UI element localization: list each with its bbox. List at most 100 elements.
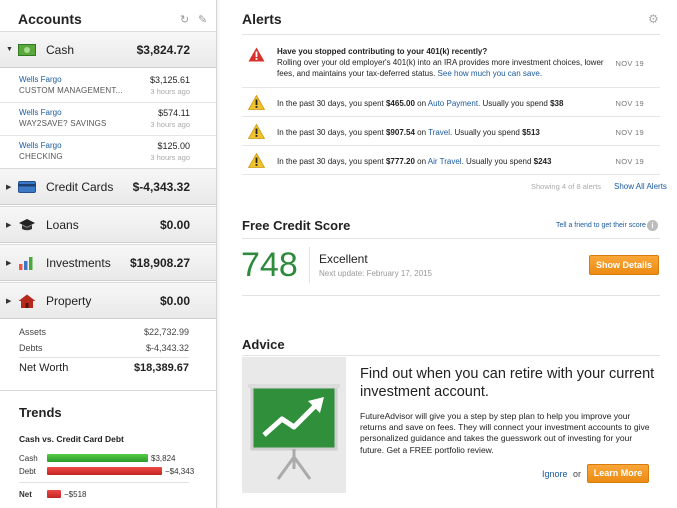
divider <box>19 482 189 483</box>
house-icon <box>18 294 36 308</box>
refresh-icon[interactable]: ↻ <box>180 13 189 26</box>
category-property[interactable]: ▶ Property $0.00 <box>0 282 216 319</box>
ignore-link[interactable]: Ignore <box>542 469 568 479</box>
divider <box>242 355 660 356</box>
alert-text: . Usually you spend <box>450 128 523 137</box>
alerts-count: Showing 4 of 8 alerts <box>531 182 602 191</box>
credit-score-title: Free Credit Score <box>242 218 351 233</box>
trends-title: Trends <box>19 405 62 420</box>
advice-title: Advice <box>242 337 285 352</box>
account-row[interactable]: Wells Fargo CHECKING $125.00 3 hours ago <box>0 136 216 169</box>
expand-right-icon: ▶ <box>6 298 12 305</box>
credit-next-update: Next update: February 17, 2015 <box>319 269 432 278</box>
accounts-sidebar: Accounts ↻ ✎ ▼ Cash $3,824.72 Wells Farg… <box>0 0 217 508</box>
trend-debt-bar <box>47 467 162 475</box>
alert-amount: $777.20 <box>385 157 415 166</box>
category-amount: $-4,343.32 <box>132 180 190 194</box>
account-amount: $574.11 <box>158 108 190 118</box>
category-investments[interactable]: ▶ Investments $18,908.27 <box>0 244 216 281</box>
account-updated: 3 hours ago <box>150 153 190 162</box>
alert-item[interactable]: In the past 30 days, you spent $465.00 o… <box>242 88 660 117</box>
account-name: Wells Fargo <box>19 75 62 84</box>
category-label: Property <box>46 294 92 308</box>
divider <box>242 34 660 35</box>
alerts-title: Alerts <box>242 11 282 27</box>
graduation-cap-icon <box>19 219 35 231</box>
show-details-button[interactable]: Show Details <box>589 255 659 275</box>
accounts-title: Accounts <box>18 11 82 27</box>
assets-value: $22,732.99 <box>143 327 189 337</box>
alert-amount: $907.54 <box>385 128 415 137</box>
expand-right-icon: ▶ <box>6 184 12 191</box>
divider <box>242 238 660 239</box>
advice-image <box>242 357 346 493</box>
account-name: Wells Fargo <box>19 141 62 150</box>
category-label: Credit Cards <box>46 180 114 194</box>
account-updated: 3 hours ago <box>150 120 190 129</box>
trends-subtitle: Cash vs. Credit Card Debt <box>19 434 124 444</box>
trend-net-bar <box>47 490 61 498</box>
category-label: Investments <box>46 256 111 270</box>
alert-text: . Usually you spend <box>478 99 551 108</box>
alert-link[interactable]: See how much you can save. <box>438 69 543 78</box>
warning-triangle-icon <box>248 95 265 110</box>
alert-item[interactable]: Have you stopped contributing to your 40… <box>242 36 660 88</box>
cash-icon <box>18 44 36 56</box>
category-amount: $0.00 <box>159 218 190 232</box>
trend-cash-label: Cash <box>19 454 38 463</box>
account-amount: $3,125.61 <box>149 75 190 85</box>
gear-icon[interactable]: ⚙ <box>648 12 659 26</box>
alert-text: on <box>414 157 428 166</box>
category-credit-cards[interactable]: ▶ Credit Cards $-4,343.32 <box>0 168 216 205</box>
divider <box>309 247 310 283</box>
alert-item[interactable]: In the past 30 days, you spent $907.54 o… <box>242 117 660 146</box>
warning-triangle-icon <box>248 124 265 139</box>
account-row[interactable]: Wells Fargo CUSTOM MANAGEMENT... $3,125.… <box>0 70 216 103</box>
alert-usual: $38 <box>550 99 564 108</box>
divider <box>0 390 216 391</box>
info-icon[interactable]: i <box>647 220 658 231</box>
alert-text: on <box>414 128 429 137</box>
trend-net-value: −$518 <box>64 490 87 499</box>
alert-usual: $513 <box>522 128 540 137</box>
account-updated: 3 hours ago <box>150 87 190 96</box>
show-all-alerts-link[interactable]: Show All Alerts <box>614 182 667 191</box>
advice-body: FutureAdvisor will give you a step by st… <box>360 411 650 455</box>
alert-text: In the past 30 days, you spent <box>277 157 386 166</box>
divider <box>19 357 189 358</box>
credit-score-value: 748 <box>241 246 298 284</box>
debts-row: Debts $-4,343.32 <box>19 343 189 353</box>
alert-text: . Usually you spend <box>461 157 534 166</box>
learn-more-button[interactable]: Learn More <box>587 464 649 483</box>
alert-text: on <box>414 99 428 108</box>
category-cash[interactable]: ▼ Cash $3,824.72 <box>0 31 216 68</box>
account-row[interactable]: Wells Fargo WAY2SAVE? SAVINGS $574.11 3 … <box>0 103 216 136</box>
alert-date: NOV 19 <box>615 128 644 137</box>
account-subname: WAY2SAVE? SAVINGS <box>19 119 107 128</box>
alert-text: In the past 30 days, you spent <box>277 128 386 137</box>
credit-rating: Excellent <box>319 252 368 266</box>
alert-item[interactable]: In the past 30 days, you spent $777.20 o… <box>242 146 660 175</box>
alert-title: Have you stopped contributing to your 40… <box>277 47 488 56</box>
category-loans[interactable]: ▶ Loans $0.00 <box>0 206 216 243</box>
tell-a-friend-link[interactable]: Tell a friend to get their score <box>556 222 646 229</box>
advice-headline: Find out when you can retire with your c… <box>360 366 655 400</box>
category-amount: $3,824.72 <box>136 43 190 57</box>
category-label: Cash <box>46 43 75 57</box>
alert-category-link[interactable]: Auto Payment <box>428 99 478 108</box>
account-amount: $125.00 <box>157 141 190 151</box>
edit-icon[interactable]: ✎ <box>198 13 207 26</box>
account-name: Wells Fargo <box>19 108 62 117</box>
alert-category-link[interactable]: Travel <box>428 128 450 137</box>
trend-net-label: Net <box>19 490 32 499</box>
warning-triangle-icon <box>248 153 265 168</box>
category-amount: $18,908.27 <box>129 256 190 270</box>
bar-chart-icon <box>19 257 33 270</box>
alert-category-link[interactable]: Air Travel <box>428 157 462 166</box>
category-amount: $0.00 <box>159 294 190 308</box>
debts-value: $-4,343.32 <box>145 343 189 353</box>
alert-text: In the past 30 days, you spent <box>277 99 386 108</box>
alert-usual: $243 <box>533 157 552 166</box>
alert-date: NOV 19 <box>615 59 644 68</box>
debts-label: Debts <box>19 343 43 353</box>
